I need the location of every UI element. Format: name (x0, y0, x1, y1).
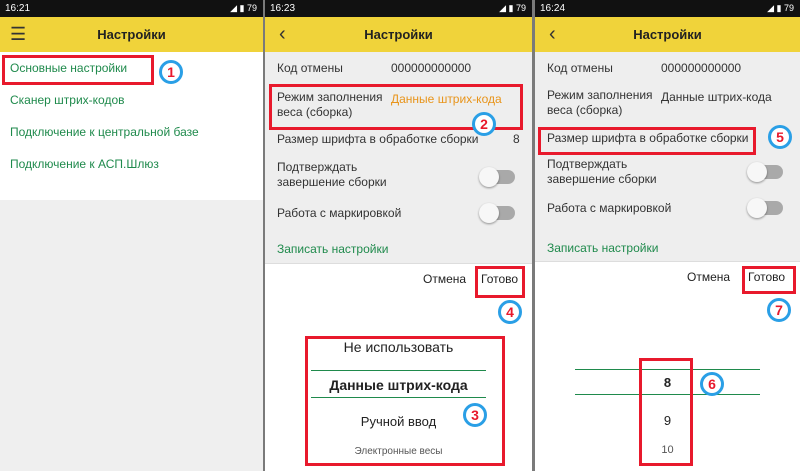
step-badge: 2 (472, 112, 496, 136)
app-bar: ‹ Настройки (535, 17, 800, 52)
highlight-box (475, 266, 525, 298)
confirm-row: Подтверждать завершение сборки (265, 154, 532, 198)
status-icons: ◢ ▮ 79 (230, 3, 257, 13)
marking-row: Работа с маркировкой (535, 193, 800, 229)
step-badge: 5 (768, 125, 792, 149)
status-icons: ◢ ▮ 79 (767, 3, 794, 13)
marking-label: Работа с маркировкой (277, 206, 402, 220)
list-item-asp-gateway[interactable]: Подключение к АСП.Шлюз (0, 148, 263, 180)
highlight-box (639, 358, 693, 466)
list-item-central-db[interactable]: Подключение к центральной базе (0, 116, 263, 148)
confirm-label: Подтверждать завершение сборки (277, 160, 387, 189)
page-title: Настройки (364, 27, 433, 42)
status-time: 16:24 (540, 3, 566, 14)
cancel-button[interactable]: Отмена (687, 270, 730, 284)
step-badge: 1 (159, 60, 183, 84)
cancel-code-label: Код отмены (277, 61, 343, 75)
app-bar: ‹ Настройки (265, 17, 532, 52)
marking-toggle[interactable] (747, 198, 783, 218)
marking-toggle[interactable] (479, 203, 515, 223)
status-time: 16:21 (5, 3, 31, 14)
step-badge: 7 (767, 298, 791, 322)
status-time: 16:23 (270, 3, 296, 14)
cancel-code-row[interactable]: Код отмены 000000000000 (535, 52, 800, 80)
font-size-value: 8 (513, 132, 520, 146)
font-size-label: Размер шрифта в обработке сборки (277, 132, 479, 146)
highlight-box (2, 55, 154, 85)
screen-weight-mode-picker: 16:23 ◢ ▮ 79 ‹ Настройки Код отмены 0000… (265, 0, 532, 471)
highlight-box (305, 336, 505, 466)
save-settings-link[interactable]: Записать настройки (277, 242, 388, 256)
marking-label: Работа с маркировкой (547, 201, 672, 215)
step-badge: 4 (498, 300, 522, 324)
cancel-button[interactable]: Отмена (423, 272, 466, 286)
weight-mode-row[interactable]: Режим заполнения веса (сборка) Данные шт… (535, 80, 800, 125)
list-item-barcode-scanner[interactable]: Сканер штрих-кодов (0, 84, 263, 116)
weight-mode-label: Режим заполнения веса (сборка) (547, 88, 653, 117)
cancel-code-value: 000000000000 (661, 61, 742, 75)
cancel-code-value: 000000000000 (391, 61, 472, 75)
confirm-label: Подтверждать завершение сборки (547, 157, 657, 186)
cancel-code-label: Код отмены (547, 61, 613, 75)
step-badge: 6 (700, 372, 724, 396)
confirm-row: Подтверждать завершение сборки (535, 151, 800, 193)
status-bar: 16:21 ◢ ▮ 79 (0, 0, 263, 17)
screen-font-size-picker: 16:24 ◢ ▮ 79 ‹ Настройки Код отмены 0000… (535, 0, 800, 471)
step-badge: 3 (463, 403, 487, 427)
app-bar: ☰ Настройки (0, 17, 263, 52)
highlight-box (742, 266, 796, 294)
page-title: Настройки (97, 27, 166, 42)
settings-panel: Код отмены 000000000000 Режим заполнения… (535, 52, 800, 263)
save-settings-link[interactable]: Записать настройки (547, 241, 658, 255)
status-bar: 16:24 ◢ ▮ 79 (535, 0, 800, 17)
highlight-box (538, 127, 756, 155)
page-title: Настройки (633, 27, 702, 42)
cancel-code-row[interactable]: Код отмены 000000000000 (265, 52, 532, 82)
status-bar: 16:23 ◢ ▮ 79 (265, 0, 532, 17)
screen-settings-menu: 16:21 ◢ ▮ 79 ☰ Настройки Основные настро… (0, 0, 263, 471)
marking-row: Работа с маркировкой (265, 198, 532, 234)
weight-mode-value: Данные штрих-кода (661, 90, 772, 104)
confirm-toggle[interactable] (479, 167, 515, 187)
confirm-toggle[interactable] (747, 162, 783, 182)
status-icons: ◢ ▮ 79 (499, 3, 526, 13)
